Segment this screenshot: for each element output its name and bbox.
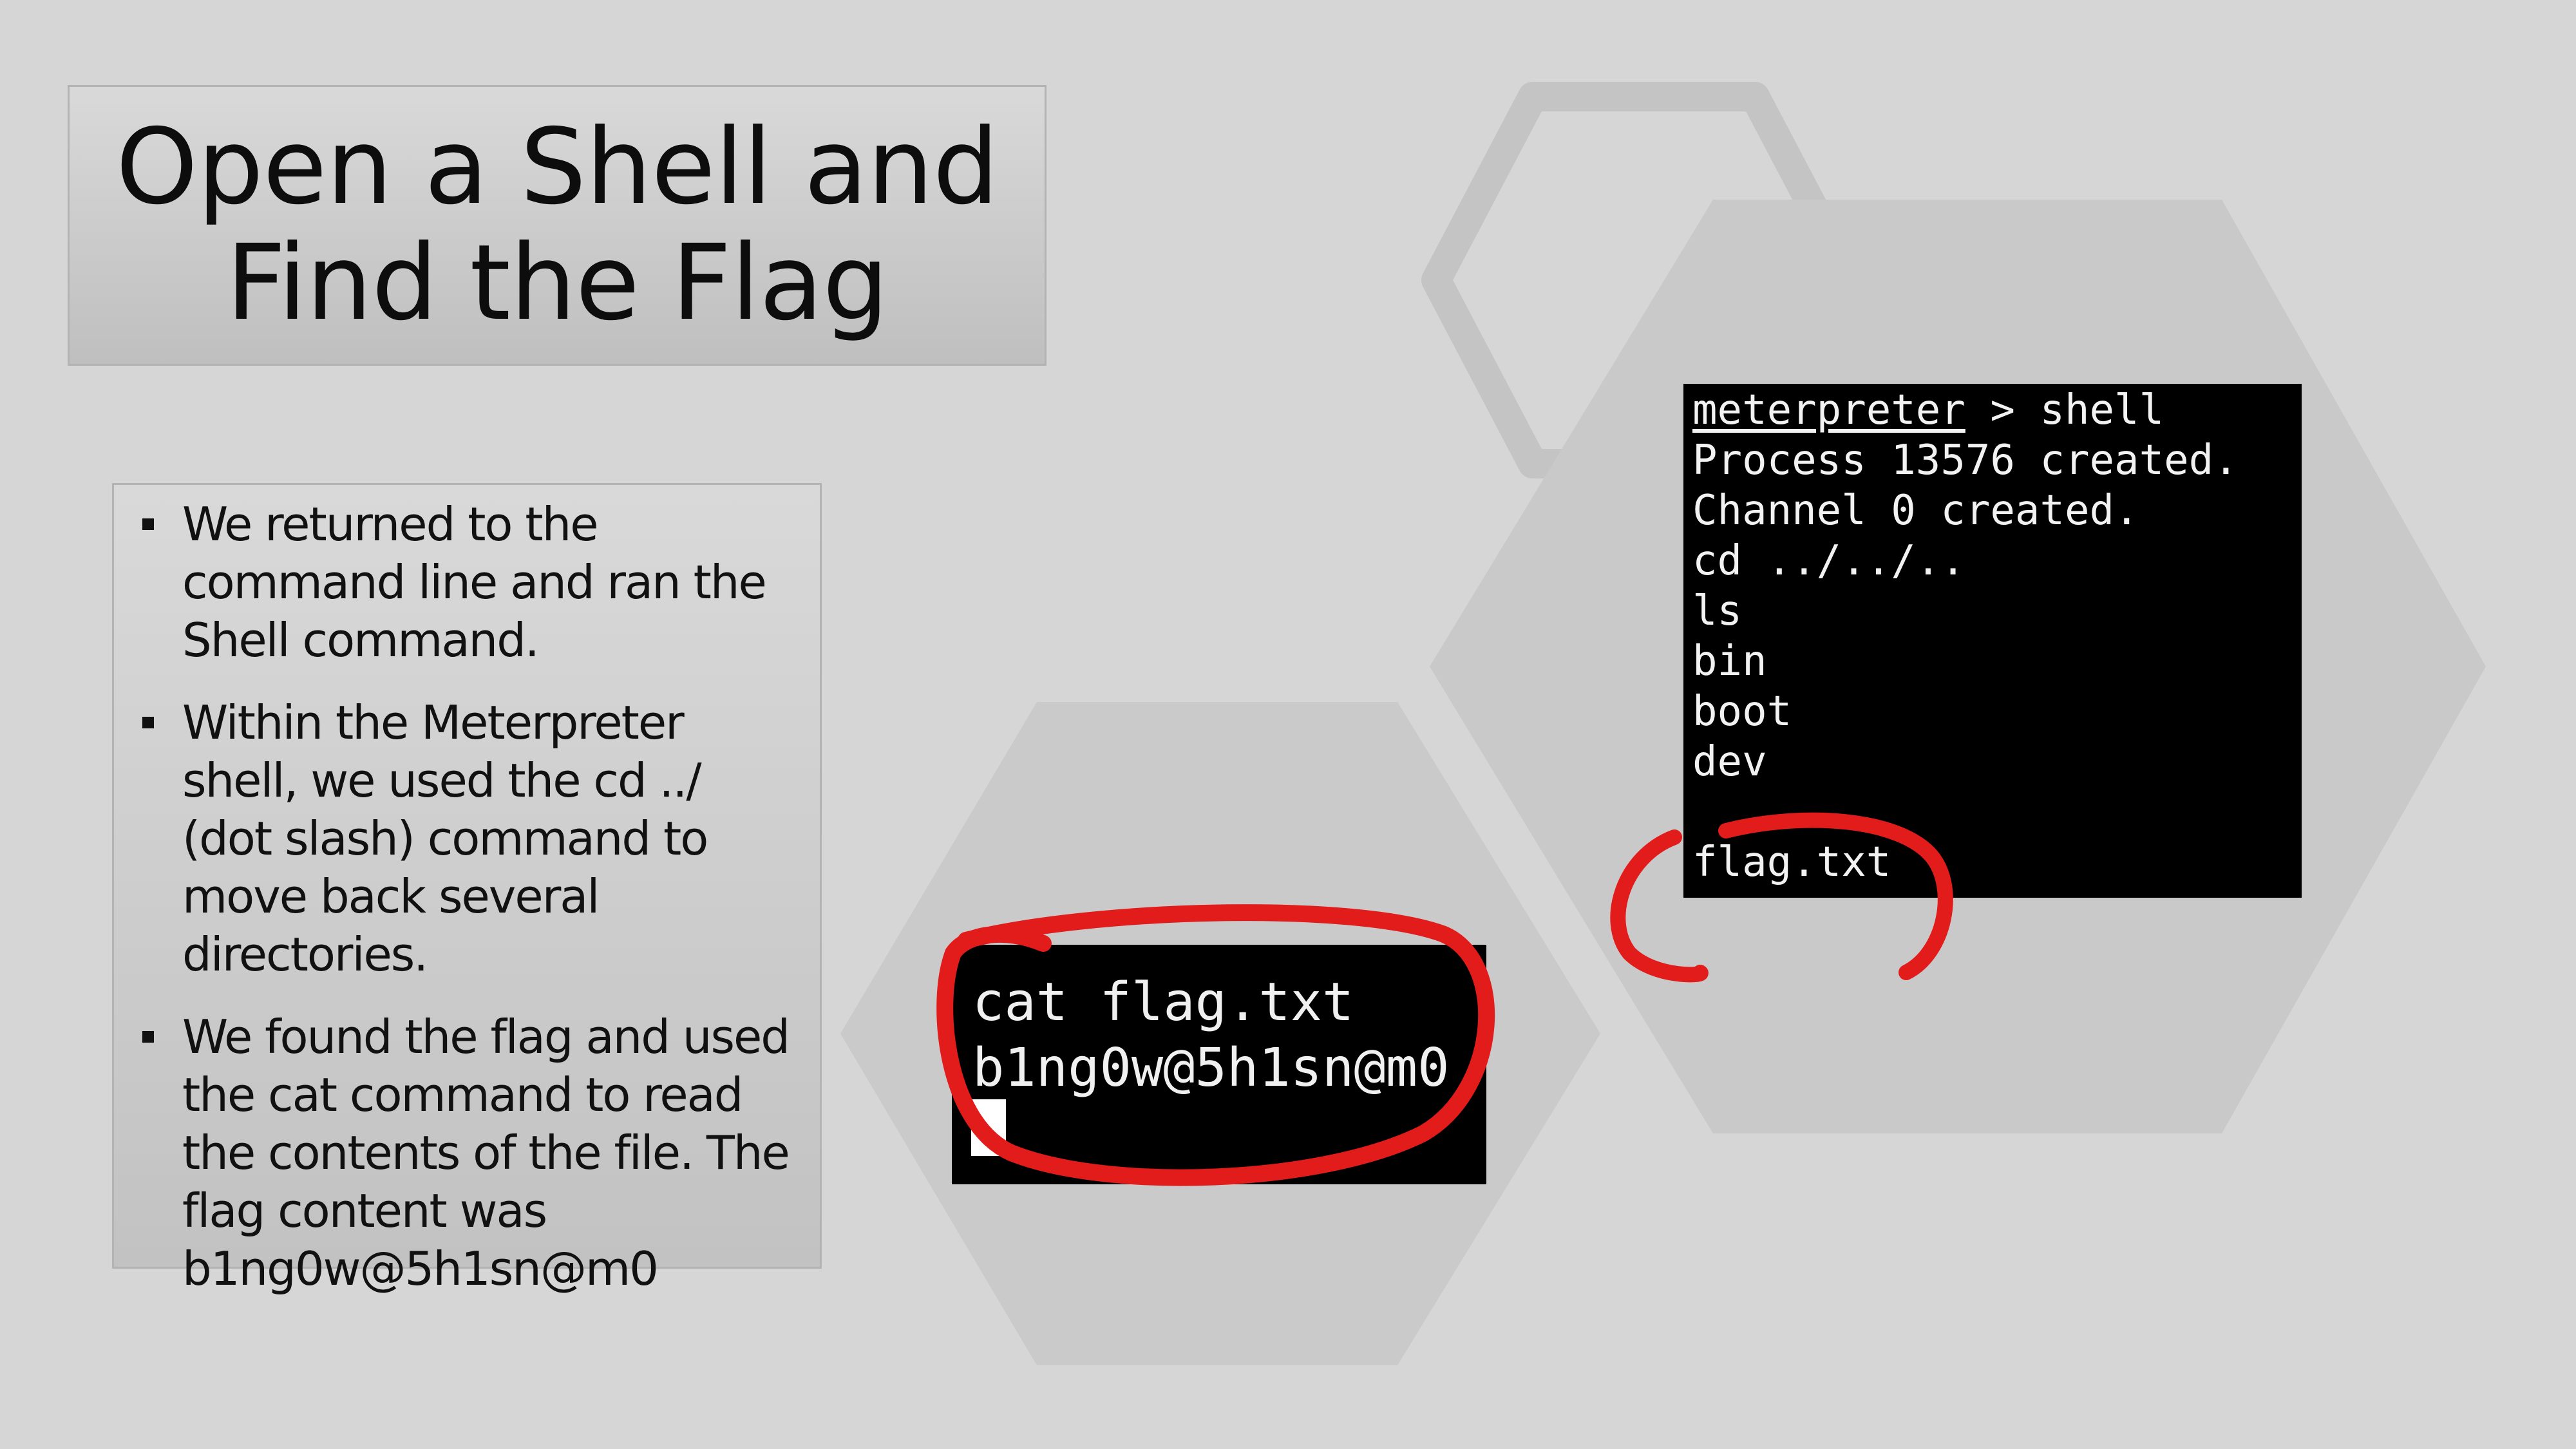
terminal-line: cd ../../..	[1692, 537, 1965, 585]
bullet-text: We returned to the command line and ran …	[182, 497, 767, 667]
slide-title-box: Open a Shell and Find the Flag	[68, 85, 1046, 366]
terminal-shell-screenshot: meterpreter > shell Process 13576 create…	[1683, 384, 2302, 898]
terminal-cat-screenshot: cat flag.txt b1ng0w@5h1sn@m0	[952, 945, 1486, 1184]
terminal-line: cat flag.txt	[972, 972, 1354, 1033]
terminal-line: b1ng0w@5h1sn@m0	[972, 1037, 1450, 1099]
terminal-line: Channel 0 created.	[1692, 487, 2139, 535]
bullet-text-box: We returned to the command line and ran …	[112, 483, 822, 1296]
terminal-prompt-line: meterpreter > shell	[1692, 385, 2164, 435]
bullet-item: We found the flag and used the cat comma…	[114, 1008, 800, 1298]
bullet-item: Within the Meterpreter shell, we used th…	[114, 694, 800, 983]
terminal-line: boot	[1692, 688, 1792, 735]
square-bullet-icon	[142, 518, 154, 530]
bullet-text: We found the flag and used the cat comma…	[182, 1010, 790, 1296]
square-bullet-icon	[142, 1031, 154, 1043]
terminal-line: dev	[1692, 738, 1767, 786]
meterpreter-prompt: meterpreter	[1692, 386, 1965, 434]
terminal-line: flag.txt	[1692, 838, 1891, 886]
terminal-line: ls	[1692, 587, 1743, 635]
terminal-line: Process 13576 created.	[1692, 437, 2239, 484]
square-bullet-icon	[142, 717, 154, 728]
bullet-list: We returned to the command line and ran …	[114, 495, 800, 1298]
terminal-line: bin	[1692, 638, 1767, 685]
bullet-text: Within the Meterpreter shell, we used th…	[182, 696, 708, 981]
prompt-command: > shell	[1965, 386, 2164, 434]
bullet-item: We returned to the command line and ran …	[114, 495, 800, 669]
slide-title-line-1: Open a Shell and	[115, 107, 999, 228]
terminal-cursor	[971, 1099, 1006, 1156]
slide-title-line-2: Find the Flag	[225, 223, 889, 344]
